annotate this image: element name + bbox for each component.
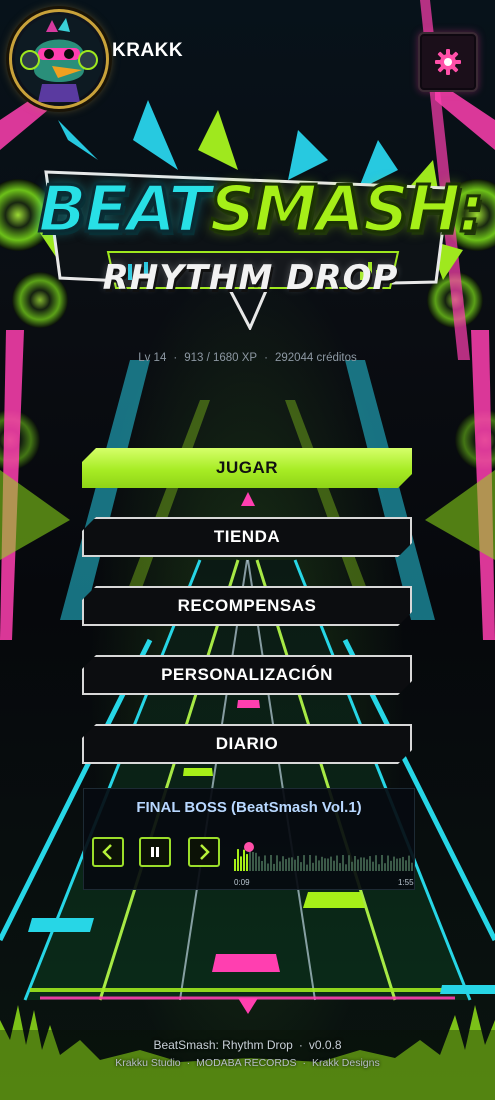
- waveform-bar: [318, 860, 320, 871]
- footer-credit: Krakk Designs: [312, 1057, 380, 1069]
- waveform-bar: [408, 855, 410, 871]
- track-progress-waveform[interactable]: [234, 841, 414, 873]
- waveform-bar: [393, 856, 395, 871]
- waveform-bar: [378, 864, 380, 871]
- prev-track-button[interactable]: [92, 837, 124, 867]
- waveform-bar: [267, 863, 269, 871]
- waveform-bar: [390, 860, 392, 871]
- waveform-bar: [273, 863, 275, 871]
- player-stats: Lv 14 · 913 / 1680 XP · 292044 créditos: [138, 352, 357, 364]
- logo-title-smash: SMASH:: [208, 173, 486, 247]
- waveform-bar: [375, 855, 377, 871]
- player-name: KRAKK: [112, 40, 184, 61]
- waveform-bar: [264, 855, 266, 871]
- credits-label: 292044 créditos: [274, 352, 357, 364]
- waveform-bar: [330, 856, 332, 871]
- logo-subtitle: RHYTHM DROP: [102, 258, 399, 298]
- waveform-bar: [303, 855, 305, 871]
- elapsed-time: 0:09: [234, 878, 250, 887]
- diary-button[interactable]: DIARIO: [82, 724, 412, 764]
- waveform-bar: [396, 858, 398, 871]
- waveform-bar: [234, 859, 236, 871]
- xp-label: 913 / 1680 XP: [184, 352, 258, 364]
- waveform-bar: [372, 861, 374, 871]
- waveform-bar: [309, 855, 311, 871]
- customization-button[interactable]: PERSONALIZACIÓN: [82, 655, 412, 695]
- total-duration: 1:55: [398, 878, 414, 887]
- waveform-bar: [321, 856, 323, 871]
- waveform-bar: [345, 864, 347, 871]
- avatar[interactable]: [9, 9, 109, 109]
- waveform-bar: [255, 852, 257, 871]
- waveform-bar: [342, 855, 344, 871]
- music-player: FINAL BOSS (BeatSmash Vol.1) 0:09 1:55: [83, 788, 415, 890]
- waveform-bar: [387, 855, 389, 871]
- waveform-bar: [384, 863, 386, 871]
- rewards-button[interactable]: RECOMPENSAS: [82, 586, 412, 626]
- waveform-bar: [357, 859, 359, 871]
- game-logo: BEATSMASH: RHYTHM DROP: [37, 100, 486, 330]
- waveform-bar: [405, 860, 407, 871]
- waveform-bar: [312, 862, 314, 871]
- duck-avatar-icon: [15, 15, 103, 103]
- next-track-button[interactable]: [188, 837, 220, 867]
- waveform-bar: [327, 858, 329, 871]
- waveform-bar: [399, 858, 401, 871]
- waveform-bar: [339, 863, 341, 871]
- waveform-bar: [351, 861, 353, 871]
- waveform-bar: [306, 864, 308, 871]
- waveform-bar: [369, 856, 371, 871]
- waveform-bar: [285, 859, 287, 871]
- waveform-bar: [246, 854, 248, 871]
- waveform-bar: [411, 862, 413, 871]
- waveform-bar: [249, 851, 251, 871]
- play-button[interactable]: JUGAR: [82, 448, 412, 488]
- waveform-bar: [354, 856, 356, 871]
- waveform-bar: [261, 861, 263, 871]
- waveform-bar: [315, 855, 317, 871]
- waveform-bar: [381, 855, 383, 871]
- waveform-bar: [300, 862, 302, 871]
- pause-icon: [151, 847, 159, 857]
- track-title: FINAL BOSS (BeatSmash Vol.1): [136, 799, 362, 816]
- waveform-bar: [336, 855, 338, 871]
- waveform-bar: [360, 857, 362, 871]
- waveform-bar: [363, 857, 365, 871]
- waveform-bar: [243, 849, 245, 871]
- pause-button[interactable]: [139, 837, 171, 867]
- waveform-bar: [297, 855, 299, 871]
- footer-credit: Krakku Studio: [115, 1057, 181, 1069]
- waveform-bar: [324, 858, 326, 871]
- chevron-left-icon: [102, 844, 112, 860]
- waveform-bar: [282, 856, 284, 871]
- gear-icon: [435, 49, 461, 75]
- footer-version: BeatSmash: Rhythm Drop · v0.0.8: [153, 1038, 342, 1052]
- footer-version-label: v0.0.8: [308, 1038, 342, 1052]
- footer-game-name: BeatSmash: Rhythm Drop: [153, 1038, 293, 1052]
- logo-title-beat: BEAT: [37, 173, 214, 247]
- waveform-bar: [333, 860, 335, 871]
- chevron-right-icon: [200, 844, 210, 860]
- waveform-bar: [291, 857, 293, 871]
- waveform-bar: [270, 855, 272, 871]
- level-label: Lv 14: [138, 352, 167, 364]
- waveform-bar: [237, 849, 239, 871]
- waveform-bar: [258, 856, 260, 871]
- waveform-bar: [279, 861, 281, 871]
- waveform-bar: [402, 856, 404, 871]
- footer-credits: Krakku Studio · MODABA RECORDS · Krakk Desig…: [115, 1057, 380, 1069]
- waveform-bar: [294, 859, 296, 871]
- footer-credit: MODABA RECORDS: [196, 1057, 297, 1069]
- logo-title: BEATSMASH:: [37, 177, 486, 244]
- main-menu-screen: KRAKK BEATSMASH: RHYTHM DROP Lv 14 · 913…: [0, 0, 495, 1100]
- settings-button[interactable]: [418, 32, 478, 92]
- waveform-bar: [240, 856, 242, 871]
- waveform-bar: [252, 852, 254, 871]
- progress-knob[interactable]: [244, 842, 254, 852]
- shop-button[interactable]: TIENDA: [82, 517, 412, 557]
- waveform-bar: [288, 857, 290, 871]
- waveform-bar: [348, 855, 350, 871]
- waveform-bar: [366, 859, 368, 871]
- waveform-bar: [276, 855, 278, 871]
